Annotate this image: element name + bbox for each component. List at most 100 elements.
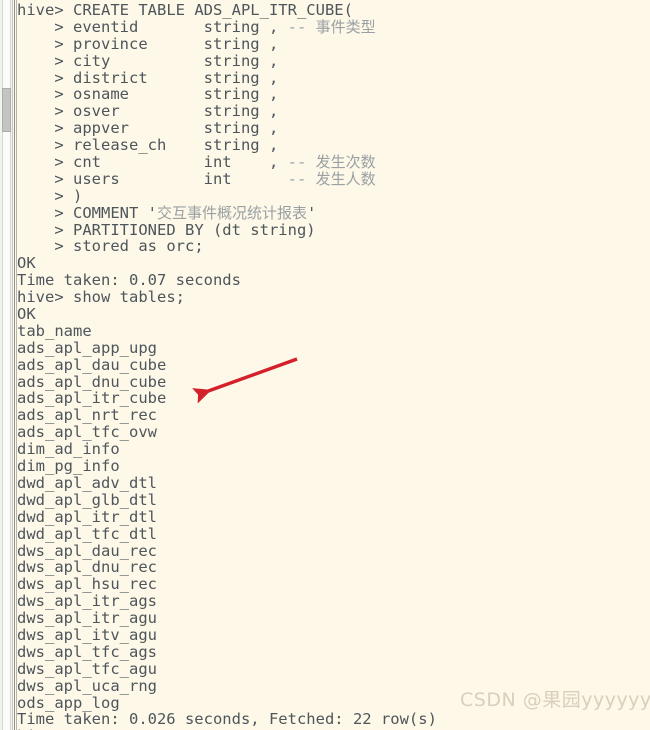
console-line-text: city string , (73, 51, 279, 70)
console-line-text: dws_apl_tfc_ags (17, 642, 157, 661)
console-line-text: dwd_apl_tfc_dtl (17, 524, 157, 543)
console-line: ads_apl_dau_cube (17, 355, 650, 374)
console-prompt: > (17, 203, 73, 222)
console-line: > release_ch string , (17, 137, 650, 154)
console-line: dws_apl_itv_agu (17, 627, 650, 644)
console-line: ads_apl_app_upg (17, 338, 650, 357)
console-chinese-text: 发生人数 (315, 169, 376, 188)
console-prompt: > (17, 220, 73, 239)
console-prompt: > (17, 68, 73, 87)
console-output[interactable]: hive> CREATE TABLE ADS_APL_ITR_CUBE( > e… (17, 0, 650, 730)
console-line: dim_pg_info (17, 458, 650, 475)
console-line: dws_apl_tfc_ags (17, 642, 650, 661)
console-line: dim_ad_info (17, 441, 650, 458)
console-line-text: ads_apl_dau_cube (17, 355, 167, 374)
console-line-text: appver string , (73, 119, 279, 138)
console-prompt: > (17, 51, 73, 70)
console-line-text: CREATE TABLE ADS_APL_ITR_CUBE( (73, 1, 353, 19)
vertical-scrollbar[interactable] (0, 0, 13, 730)
console-line-text: stored as orc; (73, 237, 204, 256)
console-prompt: > (17, 237, 73, 256)
console-line-text: dim_pg_info (17, 457, 120, 476)
window-frame-line-inner (16, 0, 17, 730)
console-comment-marker: -- (287, 17, 316, 36)
console-line-text: dws_apl_dau_rec (17, 541, 157, 560)
console-prompt: > (17, 34, 73, 53)
console-line-text: ads_apl_app_upg (17, 338, 157, 357)
console-line: > city string , (17, 51, 650, 70)
console-line-text: cnt int , (73, 153, 288, 172)
console-prompt: > (17, 136, 73, 155)
console-line: > eventid string , -- 事件类型 (17, 17, 650, 36)
console-line: > COMMENT '交互事件概况统计报表' (17, 203, 650, 222)
console-line: OK (17, 306, 650, 323)
console-line-text: ods_app_log (17, 693, 120, 712)
console-prompt: > (17, 17, 73, 36)
console-chinese-text: 事件类型 (315, 17, 376, 36)
console-prompt: hive> (17, 288, 73, 307)
console-chinese-text: 交互事件概况统计报表 (157, 203, 308, 222)
console-line-text: dim_ad_info (17, 440, 120, 459)
console-line-text: eventid string , (73, 17, 288, 36)
console-line: dws_apl_itr_ags (17, 593, 650, 610)
console-comment-marker: -- (287, 153, 316, 172)
scrollbar-thumb[interactable] (2, 88, 11, 132)
console-line-text: ads_apl_itr_cube (17, 389, 167, 408)
console-line: hive> CREATE TABLE ADS_APL_ITR_CUBE( (17, 2, 650, 19)
console-line-text: tab_name (17, 321, 92, 340)
console-line: dws_apl_hsu_rec (17, 576, 650, 593)
console-line: ads_apl_itr_cube (17, 390, 650, 407)
console-line: > district string , (17, 68, 650, 87)
console-chinese-text: 发生次数 (315, 153, 376, 172)
console-line: > osver string , (17, 103, 650, 120)
console-line-text: province string , (73, 34, 279, 53)
console-line-text: dws_apl_tfc_agu (17, 659, 157, 678)
console-line-text: dws_apl_uca_rng (17, 676, 157, 695)
console-line-text: ads_apl_nrt_rec (17, 406, 157, 425)
console-line-text: dwd_apl_glb_dtl (17, 490, 157, 509)
console-line: dwd_apl_glb_dtl (17, 490, 650, 509)
console-line-text: dwd_apl_adv_dtl (17, 473, 157, 492)
console-line: dws_apl_dau_rec (17, 541, 650, 560)
console-line-text: show tables; (73, 288, 185, 307)
console-line: OK (17, 255, 650, 272)
console-line: dws_apl_tfc_agu (17, 659, 650, 678)
console-line-text: COMMENT ' (73, 203, 157, 222)
console-line-text: dws_apl_hsu_rec (17, 575, 157, 594)
console-line-text: OK (17, 254, 36, 273)
console-line-text: osname string , (73, 85, 279, 104)
console-line: dwd_apl_adv_dtl (17, 473, 650, 492)
console-line: dwd_apl_itr_dtl (17, 507, 650, 526)
console-line-text: ads_apl_dnu_cube (17, 372, 167, 391)
console-line: > users int -- 发生人数 (17, 169, 650, 188)
console-line-text: district string , (73, 68, 279, 87)
console-line: > osname string , (17, 86, 650, 103)
console-line: dws_apl_itr_agu (17, 610, 650, 627)
console-line-text: dws_apl_itr_ags (17, 592, 157, 611)
console-line-text: Time taken: 0.07 seconds (17, 271, 241, 290)
console-line: > ) (17, 186, 650, 205)
console-prompt: > (17, 169, 73, 188)
console-line-text: ) (73, 186, 83, 205)
console-line-text: dws_apl_itr_agu (17, 609, 157, 628)
console-line: > appver string , (17, 120, 650, 137)
console-line-suffix: ' (307, 203, 317, 222)
console-line: > PARTITIONED BY (dt string) (17, 220, 650, 239)
terminal-window: hive> CREATE TABLE ADS_APL_ITR_CUBE( > e… (0, 0, 650, 730)
console-line-text: dws_apl_itv_agu (17, 625, 157, 644)
console-prompt: > (17, 119, 73, 138)
watermark: CSDN @果园yyyyyyyy (460, 689, 650, 711)
console-line: tab_name (17, 321, 650, 340)
console-line-text: OK (17, 305, 36, 324)
console-comment-marker: -- (287, 169, 316, 188)
console-line: Time taken: 0.07 seconds (17, 272, 650, 289)
console-line-text: users int (73, 169, 288, 188)
console-line-text: dwd_apl_itr_dtl (17, 507, 157, 526)
console-line: > cnt int , -- 发生次数 (17, 154, 650, 171)
console-line: ads_apl_nrt_rec (17, 407, 650, 424)
console-line-text: release_ch string , (73, 136, 279, 155)
console-prompt: > (17, 153, 73, 172)
console-prompt: > (17, 85, 73, 104)
console-line-text: osver string , (73, 102, 279, 121)
console-line: dwd_apl_tfc_dtl (17, 524, 650, 543)
